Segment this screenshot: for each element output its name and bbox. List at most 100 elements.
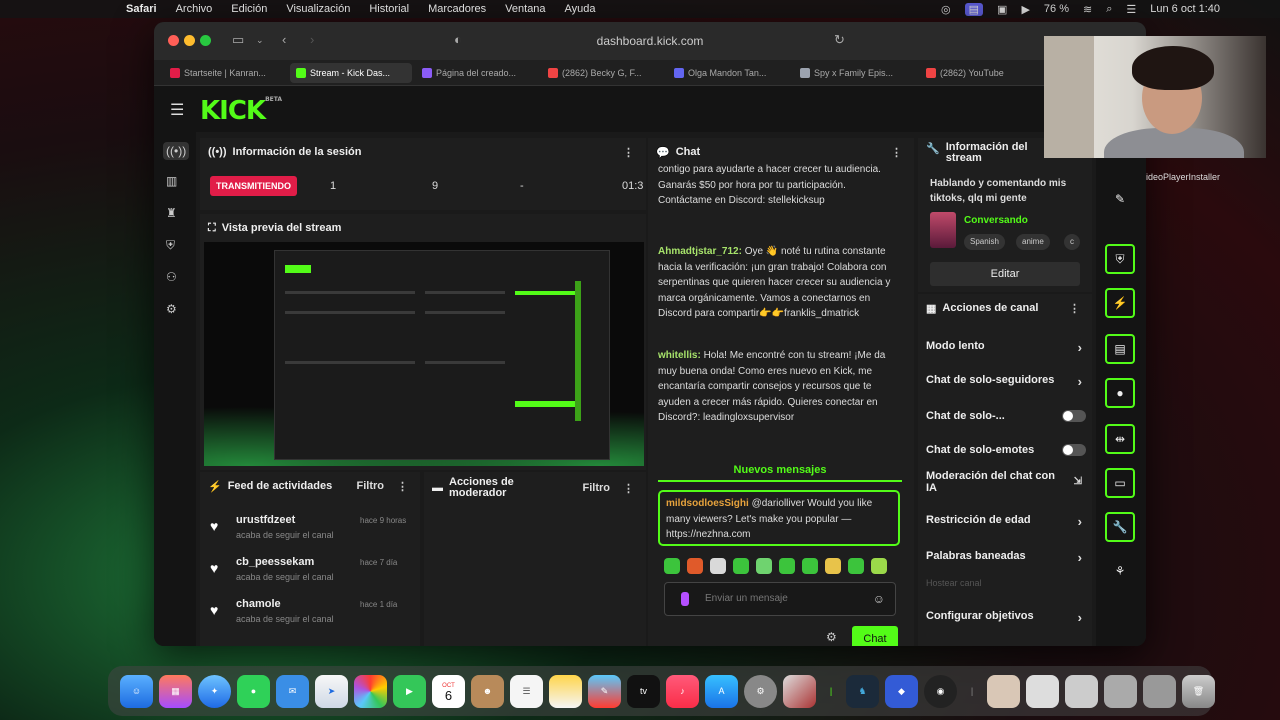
action-banned-words[interactable]: Palabras baneadas › [926,550,1082,565]
safari-icon[interactable]: ✦ [198,674,231,708]
kebab-icon[interactable]: ⋮ [397,480,408,493]
obs-icon[interactable]: ◉ [924,674,957,708]
screen-share-icon[interactable]: ◎ [941,3,951,16]
emote-icon[interactable] [687,558,703,574]
battery-text[interactable]: 76 % [1044,3,1069,15]
community-icon[interactable]: ⚘ [1105,558,1135,588]
emotes-only-toggle[interactable] [1062,444,1086,456]
emote-icon[interactable] [756,558,772,574]
calendar-icon[interactable]: OCT 6 [432,674,465,708]
shield-icon[interactable]: ⛨ [166,238,175,253]
menu-app-name[interactable]: Safari [126,3,157,15]
action-age-restriction[interactable]: Restricción de edad › [926,514,1082,529]
pencil-icon[interactable]: ✎ [1105,186,1135,216]
stage-manager-icon[interactable]: ▤ [964,2,984,16]
stream-preview-video[interactable] [204,242,644,466]
action-slow-mode[interactable]: Modo lento › [926,340,1082,355]
apple-tv-icon[interactable]: tv [627,674,660,708]
search-icon[interactable]: ⌕ [1106,3,1112,16]
emote-icon[interactable] [733,558,749,574]
shield-action-icon[interactable]: ⛨ [1105,244,1135,274]
tray-icon[interactable]: ▭ [1105,468,1135,498]
zoom-window-button[interactable] [200,35,211,46]
emote-icon[interactable] [802,558,818,574]
recent-screenshot-icon[interactable] [1026,674,1059,708]
chat-username[interactable]: mildsodloesSighi [666,498,749,509]
users-icon[interactable]: ⚇ [166,270,177,284]
browser-tab[interactable]: Startseite | Kanran... [164,63,286,83]
play-icon[interactable]: ▶ [1021,3,1029,16]
browser-tab[interactable]: (2862) YouTube [920,63,1042,83]
menu-icon[interactable]: ☰ [170,100,184,120]
chat-username[interactable]: whitellis: [658,350,701,361]
recent-document-icon[interactable] [987,674,1020,708]
back-icon[interactable]: ‹ [282,32,286,47]
emote-icon[interactable] [779,558,795,574]
menu-visualizacion[interactable]: Visualización [286,3,350,15]
menu-archivo[interactable]: Archivo [176,3,213,15]
emote-icon[interactable] [825,558,841,574]
mail-icon[interactable]: ✉ [276,674,309,708]
sidebar-toggle-icon[interactable]: ▭ [232,32,244,48]
launchpad-icon[interactable]: ▦ [159,674,192,708]
forward-icon[interactable]: › [310,32,314,47]
kebab-icon[interactable]: ⋮ [623,482,634,495]
action-ai-moderation[interactable]: Moderación del chat con IA ⇲ [926,470,1082,494]
kebab-icon[interactable]: ⋮ [1069,302,1080,315]
minimize-window-button[interactable] [184,35,195,46]
emote-icon[interactable] [848,558,864,574]
downloads-stack-icon[interactable] [1104,674,1137,708]
settings-icon[interactable]: ⚙ [166,302,177,316]
kebab-icon[interactable]: ⋮ [891,146,902,159]
emote-icon[interactable] [871,558,887,574]
notes-icon[interactable] [549,674,582,708]
trash-icon[interactable]: 🗑 [1182,674,1215,708]
menu-edicion[interactable]: Edición [231,3,267,15]
browser-tab[interactable]: Página del creado... [416,63,538,83]
chat-send-button[interactable]: Chat [852,626,898,646]
action-goals[interactable]: Configurar objetivos › [926,610,1082,625]
feed-filter-button[interactable]: Filtro [357,480,385,492]
downloads-stack-icon[interactable] [1143,674,1176,708]
feed-username[interactable]: chamole [236,598,281,610]
browser-tab[interactable]: Spy x Family Epis... [794,63,916,83]
wrench-action-icon[interactable]: 🔧 [1105,512,1135,542]
tag-chip[interactable]: c [1064,234,1080,250]
maps-icon[interactable]: ➤ [315,674,348,708]
freeform-icon[interactable]: ✎ [588,674,621,708]
system-settings-icon[interactable]: ⚙ [744,674,777,708]
app-store-icon[interactable]: A [705,674,738,708]
recent-screenshot-icon[interactable] [1065,674,1098,708]
address-bar[interactable]: dashboard.kick.com [454,30,846,52]
clipboard-icon[interactable]: ▤ [1105,334,1135,364]
menu-historial[interactable]: Historial [369,3,409,15]
edit-button[interactable]: Editar [930,262,1080,286]
chat-bubble-icon[interactable]: ● [1105,378,1135,408]
kebab-icon[interactable]: ⋮ [623,146,634,159]
chevron-down-icon[interactable]: ⌄ [256,35,264,46]
action-followers-only[interactable]: Chat de solo-seguidores › [926,374,1082,389]
split-icon[interactable]: ⇹ [1105,424,1135,454]
music-icon[interactable]: ♪ [666,674,699,708]
mod-filter-button[interactable]: Filtro [583,482,611,494]
reload-icon[interactable]: ↻ [834,32,845,48]
chart-icon[interactable]: ▥ [166,174,177,188]
mic-icon[interactable] [681,592,689,606]
wifi-icon[interactable]: ≋ [1083,3,1092,16]
feed-username[interactable]: cb_peessekam [236,556,314,568]
category-name[interactable]: Conversando [964,215,1028,226]
menu-ayuda[interactable]: Ayuda [565,3,596,15]
game-app-icon[interactable]: ♞ [846,674,879,708]
close-window-button[interactable] [168,35,179,46]
tag-chip[interactable]: anime [1016,234,1050,250]
facetime-icon[interactable]: ▶ [393,674,426,708]
photos-icon[interactable] [354,674,387,708]
menu-ventana[interactable]: Ventana [505,3,545,15]
desktop-file-label[interactable]: ideoPlayerInstaller [1146,172,1220,183]
broadcast-icon[interactable]: ((•)) [163,142,190,160]
browser-tab[interactable]: (2862) Becky G, F... [542,63,664,83]
menu-marcadores[interactable]: Marcadores [428,3,486,15]
browser-tab[interactable]: Olga Mandon Tan... [668,63,790,83]
emoji-icon[interactable]: ☺ [873,583,885,615]
roblox-icon[interactable]: ◆ [885,674,918,708]
